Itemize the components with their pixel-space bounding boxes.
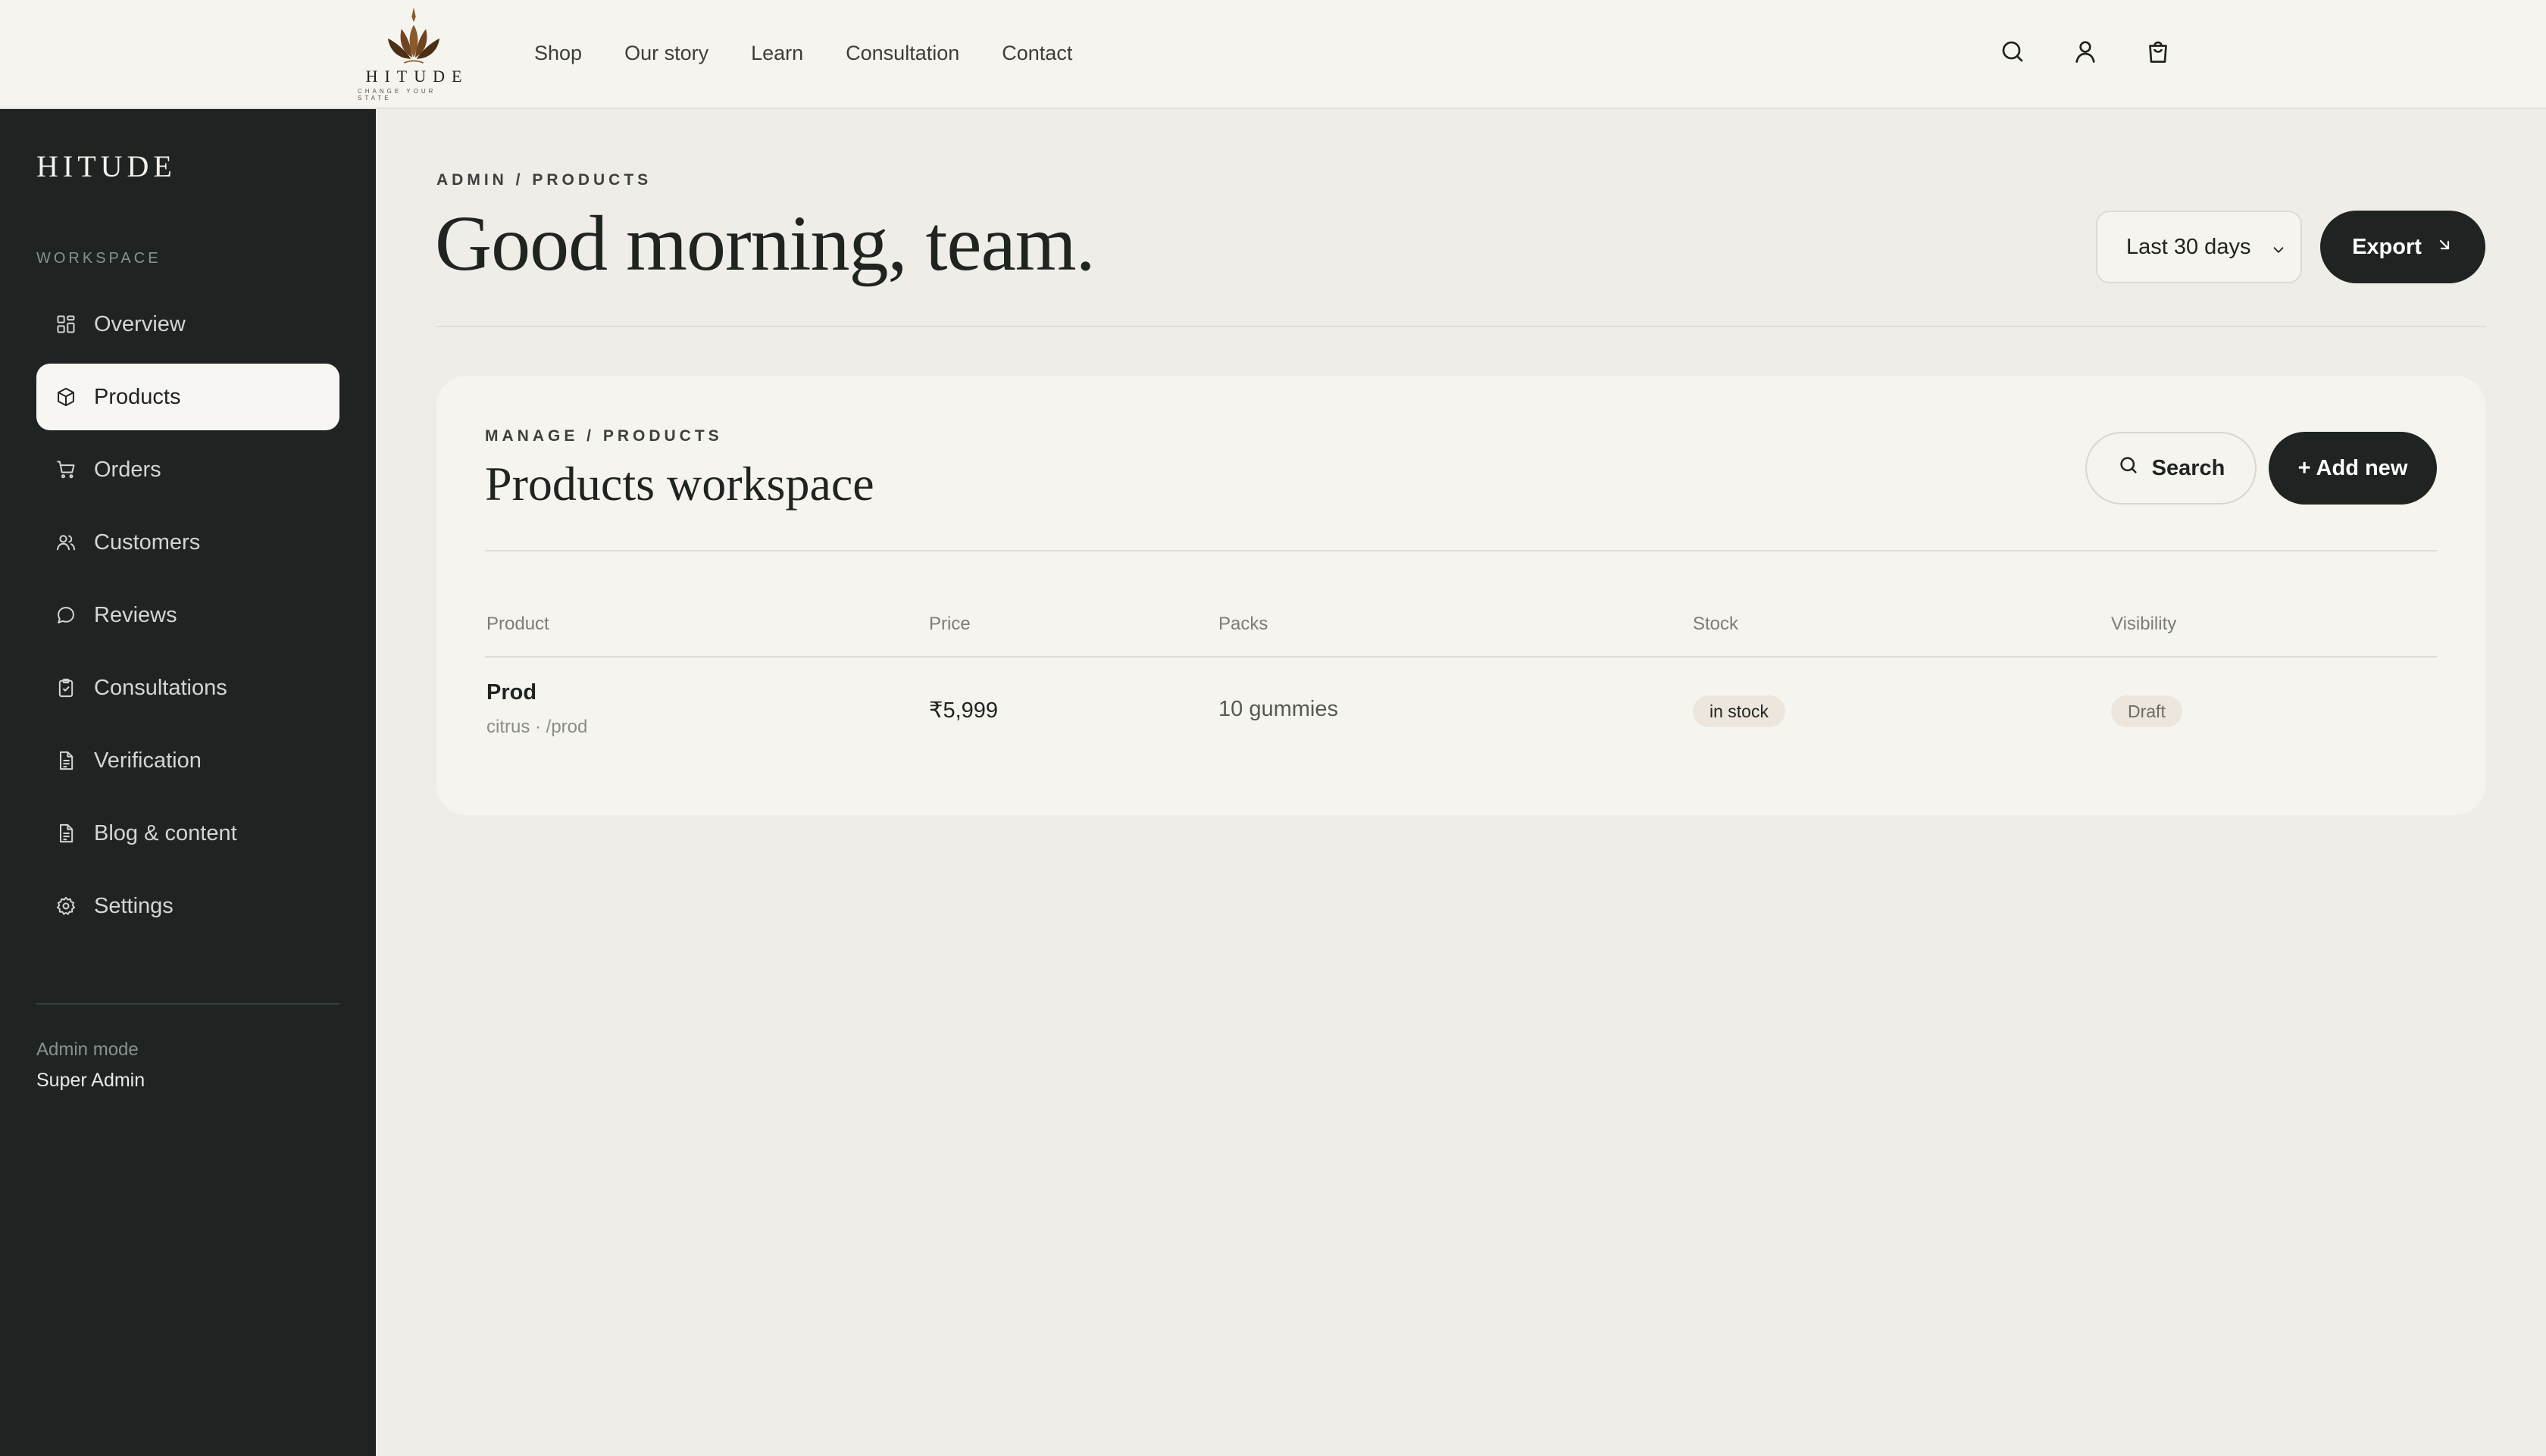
export-button[interactable]: Export [2320,211,2485,283]
date-range-select[interactable]: Last 30 days [2096,211,2302,283]
column-header-product[interactable]: Product [486,614,549,635]
add-new-button[interactable]: + Add new [2269,432,2437,505]
clipboard-icon [55,676,77,699]
sidebar-item-label: Blog & content [94,820,237,845]
box-icon [55,386,77,408]
column-header-visibility[interactable]: Visibility [2111,614,2176,635]
bag-icon[interactable] [2143,36,2173,67]
admin-sidebar: HITUDE WORKSPACE Overview Products Order… [0,109,376,1456]
brand-logo[interactable]: HITUDE CHANGE YOUR STATE [358,5,470,102]
product-name[interactable]: Prod [486,680,536,705]
sidebar-item-orders[interactable]: Orders [36,436,339,503]
nav-link-contact[interactable]: Contact [1002,42,1072,65]
user-icon[interactable] [2070,36,2100,67]
date-range-value: Last 30 days [2126,234,2251,259]
sidebar-item-label: Settings [94,893,174,918]
logo-tagline: CHANGE YOUR STATE [358,88,436,102]
search-button[interactable]: Search [2085,432,2257,505]
chat-icon [55,604,77,626]
products-workspace-card: MANAGE / PRODUCTS Products workspace Sea… [436,376,2485,815]
card-title: Products workspace [485,457,874,511]
search-icon [2117,454,2140,483]
sidebar-item-label: Overview [94,311,186,336]
sidebar-item-products[interactable]: Products [36,364,339,430]
sidebar-item-blog-content[interactable]: Blog & content [36,800,339,867]
sidebar-item-label: Orders [94,457,161,482]
nav-link-learn[interactable]: Learn [751,42,803,65]
card-divider [485,550,2437,551]
cart-icon [55,458,77,481]
product-meta: citrus · /prod [486,717,588,737]
sidebar-menu: Overview Products Orders Customers Revie… [36,291,339,945]
logo-wordmark: HITUDE [365,67,469,86]
sidebar-item-overview[interactable]: Overview [36,291,339,358]
search-button-label: Search [2151,455,2225,480]
sidebar-item-label: Products [94,384,181,409]
arrow-down-right-icon [2435,235,2454,260]
sidebar-item-customers[interactable]: Customers [36,509,339,576]
visibility-badge[interactable]: Draft [2111,695,2182,727]
lotus-logo-icon [387,7,440,64]
column-header-packs[interactable]: Packs [1218,614,1268,635]
sidebar-divider [36,1003,339,1005]
nav-link-consultation[interactable]: Consultation [846,42,959,65]
document-icon [55,822,77,845]
sidebar-brand[interactable]: HITUDE [36,148,177,184]
search-icon[interactable] [1997,36,2028,67]
header-actions [1997,36,2173,67]
stock-status-badge: in stock [1693,695,1785,727]
chevron-down-icon [2270,239,2287,264]
users-icon [55,531,77,554]
document-icon [55,749,77,772]
product-packs: 10 gummies [1218,697,1338,721]
table-row[interactable]: Prod citrus · /prod ₹5,999 10 gummies in… [436,658,2485,748]
grid-icon [55,313,77,336]
card-breadcrumb: MANAGE / PRODUCTS [485,427,723,445]
nav-link-our-story[interactable]: Our story [624,42,708,65]
column-header-stock[interactable]: Stock [1693,614,1738,635]
sidebar-item-label: Consultations [94,675,227,700]
sidebar-item-verification[interactable]: Verification [36,727,339,794]
gear-icon [55,895,77,917]
sidebar-item-label: Customers [94,530,201,555]
sidebar-item-label: Reviews [94,602,177,627]
sidebar-item-label: Verification [94,748,202,773]
page-title: Good morning, team. [435,200,1096,287]
admin-role: Super Admin [36,1070,145,1091]
primary-nav: Shop Our story Learn Consultation Contac… [534,0,1072,106]
header-divider [436,326,2485,327]
workspace-section-label: WORKSPACE [36,250,161,267]
admin-mode-label: Admin mode [36,1039,139,1060]
top-navigation: HITUDE CHANGE YOUR STATE Shop Our story … [0,0,2546,109]
sidebar-item-reviews[interactable]: Reviews [36,582,339,648]
sidebar-item-consultations[interactable]: Consultations [36,655,339,721]
nav-link-shop[interactable]: Shop [534,42,582,65]
breadcrumb: ADMIN / PRODUCTS [436,171,652,189]
sidebar-item-settings[interactable]: Settings [36,873,339,939]
product-price: ₹5,999 [929,698,999,723]
export-button-label: Export [2352,234,2422,259]
column-header-price[interactable]: Price [929,614,971,635]
